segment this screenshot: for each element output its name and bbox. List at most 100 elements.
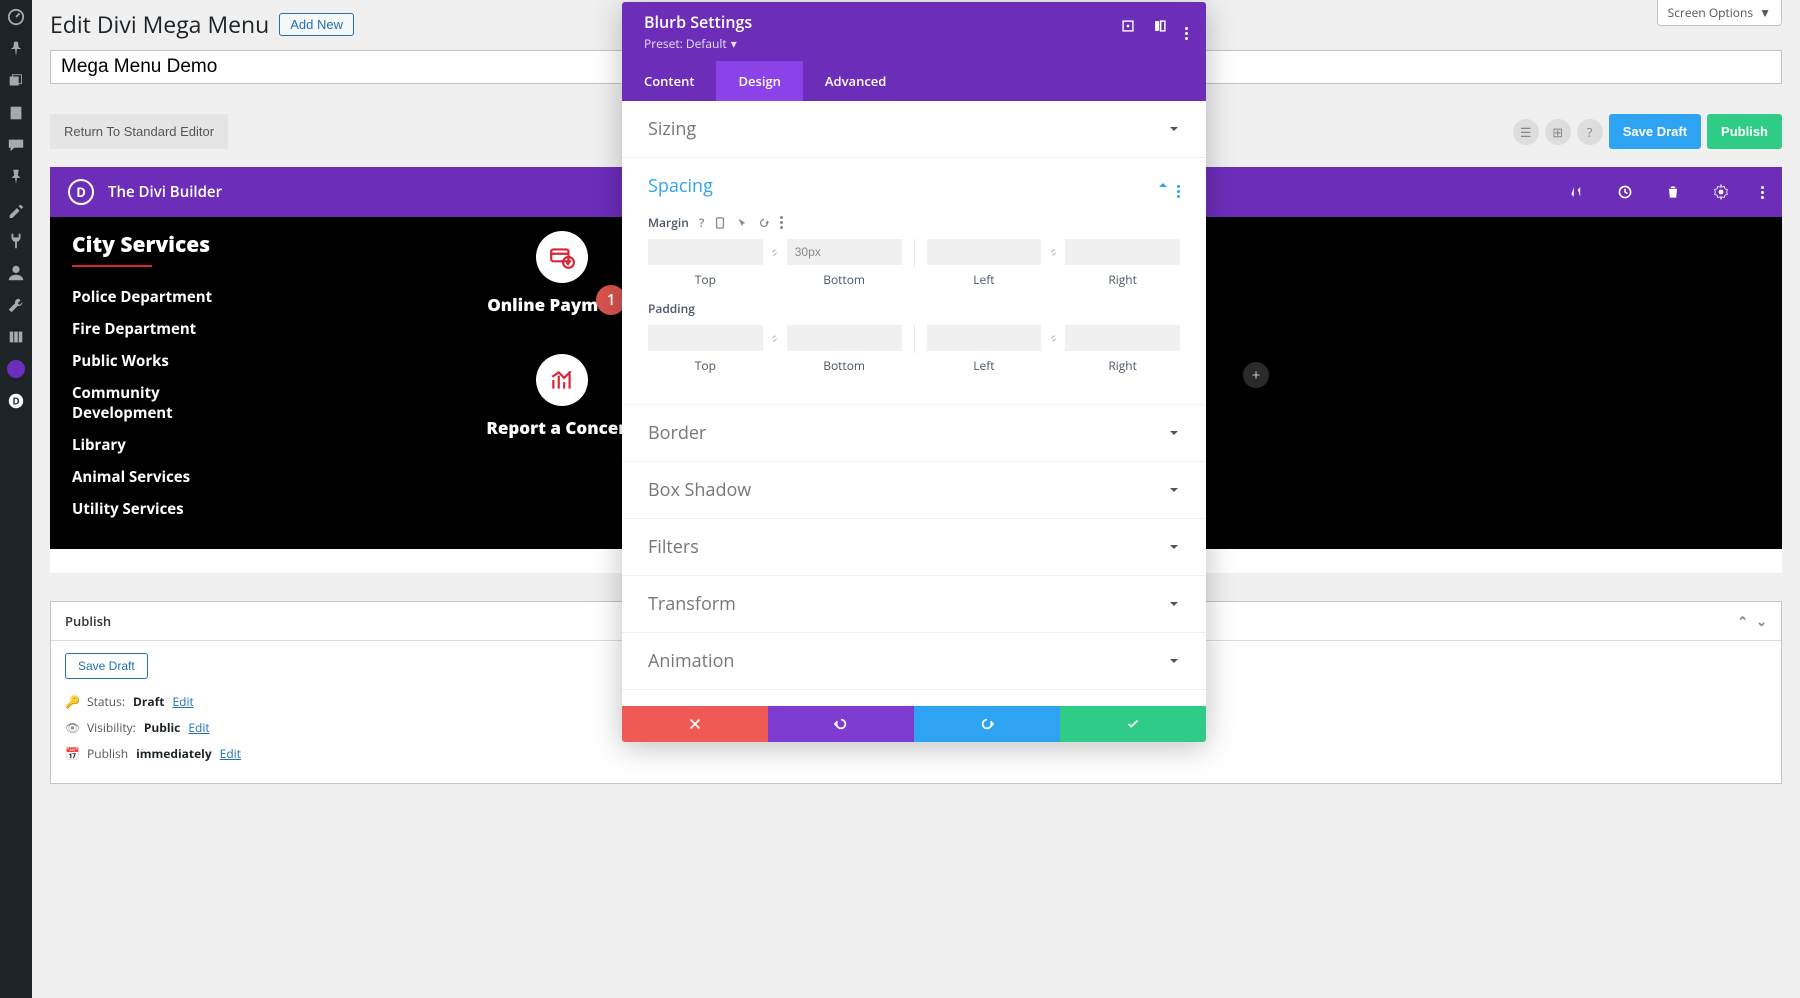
section-more-icon[interactable] (1177, 174, 1180, 198)
add-new-button[interactable]: Add New (279, 13, 354, 36)
builder-sort-icon[interactable] (1569, 184, 1585, 200)
section-border[interactable]: Border (622, 405, 1206, 461)
label-bottom: Bottom (823, 271, 865, 288)
menu-link[interactable]: Animal Services (72, 467, 372, 487)
padding-right-input[interactable] (1065, 325, 1180, 351)
return-to-standard-editor-button[interactable]: Return To Standard Editor (50, 114, 228, 149)
chevron-down-icon (1168, 598, 1180, 610)
builder-delete-icon[interactable] (1665, 184, 1681, 200)
edit-visibility-link[interactable]: Edit (188, 719, 209, 736)
section-filters[interactable]: Filters (622, 519, 1206, 575)
save-draft-button[interactable]: Save Draft (1609, 114, 1701, 149)
help-icon[interactable]: ? (699, 214, 704, 231)
chevron-down-icon (1168, 655, 1180, 667)
margin-left-input[interactable] (927, 239, 1042, 265)
tab-advanced[interactable]: Advanced (803, 61, 908, 101)
expand-icon[interactable] (1121, 19, 1135, 37)
edit-schedule-link[interactable]: Edit (220, 745, 241, 762)
add-module-button[interactable]: + (1243, 362, 1269, 388)
status-label: Status: (87, 693, 125, 710)
caret-down-icon: ▼ (1759, 4, 1771, 21)
divi-icon[interactable] (7, 360, 25, 378)
chevron-up-icon (1157, 177, 1169, 195)
menu-link[interactable]: Fire Department (72, 319, 372, 339)
visibility-value: Public (144, 719, 181, 736)
margin-label: Margin (648, 214, 689, 231)
menu-link[interactable]: Police Department (72, 287, 372, 307)
calendar-icon: 📅 (65, 745, 79, 762)
section-sizing[interactable]: Sizing (622, 101, 1206, 157)
section-spacing[interactable]: Spacing (622, 158, 1206, 214)
snap-icon[interactable] (1153, 19, 1167, 37)
divi-d-icon[interactable]: D (7, 392, 25, 410)
link-values-icon[interactable] (763, 325, 787, 351)
section-animation[interactable]: Animation (622, 633, 1206, 689)
section-transform[interactable]: Transform (622, 576, 1206, 632)
padding-label: Padding (648, 300, 695, 317)
appearance-icon[interactable] (7, 200, 25, 218)
tab-design[interactable]: Design (716, 61, 802, 101)
label-right: Right (1108, 357, 1137, 374)
chevron-down-icon[interactable]: ⌄ (1756, 612, 1767, 630)
plugins-icon[interactable] (7, 232, 25, 250)
margin-bottom-input[interactable] (787, 239, 902, 265)
help-link[interactable]: ? Help (622, 690, 1206, 706)
users-icon[interactable] (7, 264, 25, 282)
divi-logo-icon: D (68, 179, 94, 205)
modal-cancel-button[interactable] (622, 706, 768, 742)
dashboard-icon[interactable] (7, 8, 25, 26)
link-values-icon[interactable] (1041, 325, 1065, 351)
reset-icon[interactable] (758, 217, 770, 229)
label-left: Left (973, 357, 994, 374)
padding-left-input[interactable] (927, 325, 1042, 351)
svg-text:D: D (12, 394, 19, 408)
builder-settings-icon[interactable] (1713, 184, 1729, 200)
menu-link[interactable]: Utility Services (72, 499, 372, 519)
margin-right-input[interactable] (1065, 239, 1180, 265)
builder-title: The Divi Builder (108, 182, 222, 202)
modal-undo-button[interactable] (768, 706, 914, 742)
metabox-save-draft-button[interactable]: Save Draft (65, 653, 148, 679)
tablet-icon[interactable] (714, 217, 726, 229)
chevron-up-icon[interactable]: ⌃ (1737, 612, 1748, 630)
caret-down-icon: ▾ (731, 35, 737, 52)
schedule-value: immediately (136, 745, 212, 762)
modal-more-icon[interactable] (1185, 16, 1188, 40)
screen-options-toggle[interactable]: Screen Options ▼ (1657, 0, 1782, 26)
pushpin-icon[interactable] (7, 168, 25, 186)
wireframe-mode-icon[interactable]: ☰ (1513, 119, 1539, 145)
modal-preset[interactable]: Preset: Default ▾ (644, 35, 752, 52)
edit-status-link[interactable]: Edit (172, 693, 193, 710)
media-icon[interactable] (7, 72, 25, 90)
modal-redo-button[interactable] (914, 706, 1060, 742)
section-box-shadow[interactable]: Box Shadow (622, 462, 1206, 518)
settings-icon[interactable] (7, 328, 25, 346)
label-bottom: Bottom (823, 357, 865, 374)
tools-icon[interactable] (7, 296, 25, 314)
padding-bottom-input[interactable] (787, 325, 902, 351)
pages-icon[interactable] (7, 104, 25, 122)
pin-icon[interactable] (7, 40, 25, 58)
padding-top-input[interactable] (648, 325, 763, 351)
publish-button[interactable]: Publish (1707, 114, 1782, 149)
builder-more-icon[interactable] (1761, 186, 1764, 199)
page-title: Edit Divi Mega Menu (50, 8, 269, 40)
payment-icon (536, 231, 588, 283)
blurb-report-concern[interactable]: Report a Concern (486, 416, 637, 439)
heading-underline (72, 265, 152, 267)
menu-link[interactable]: Library (72, 435, 372, 455)
modal-save-button[interactable] (1060, 706, 1206, 742)
schedule-label: Publish (87, 745, 128, 762)
margin-top-input[interactable] (648, 239, 763, 265)
menu-link[interactable]: Community Development (72, 383, 242, 423)
tab-content[interactable]: Content (622, 61, 716, 101)
link-values-icon[interactable] (1041, 239, 1065, 265)
layers-icon[interactable]: ⊞ (1545, 119, 1571, 145)
builder-history-icon[interactable] (1617, 184, 1633, 200)
hover-icon[interactable] (736, 217, 748, 229)
help-icon[interactable]: ? (1577, 119, 1603, 145)
field-more-icon[interactable] (780, 216, 783, 229)
comments-icon[interactable] (7, 136, 25, 154)
menu-link[interactable]: Public Works (72, 351, 372, 371)
link-values-icon[interactable] (763, 239, 787, 265)
